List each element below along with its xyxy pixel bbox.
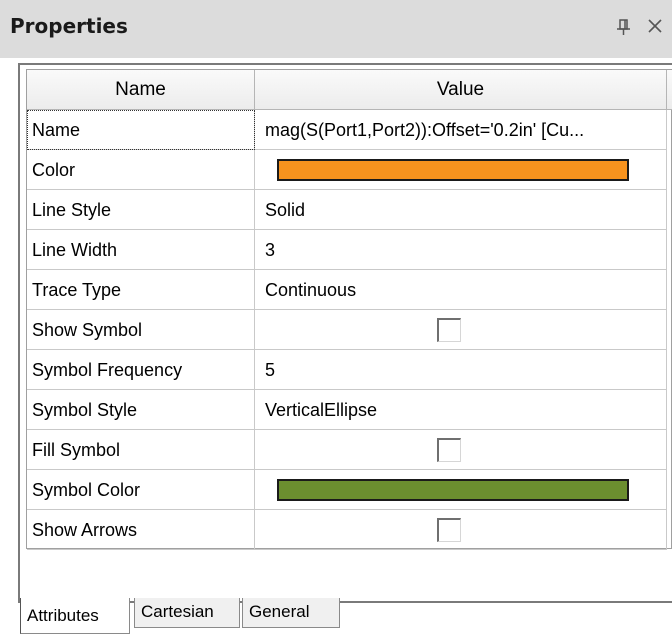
- checkbox[interactable]: [437, 318, 461, 342]
- property-name[interactable]: Line Width: [27, 230, 255, 270]
- property-name[interactable]: Name: [27, 110, 255, 150]
- property-row[interactable]: Line Width 3: [27, 230, 667, 270]
- property-value[interactable]: [255, 310, 667, 350]
- property-value[interactable]: Continuous: [255, 270, 667, 310]
- color-swatch[interactable]: [277, 159, 629, 181]
- property-value[interactable]: VerticalEllipse: [255, 390, 667, 430]
- properties-grid: Name Value Name mag(S(Port1,Port2)):Offse…: [26, 69, 672, 550]
- property-row[interactable]: Show Symbol: [27, 310, 667, 350]
- property-row[interactable]: Trace Type Continuous: [27, 270, 667, 310]
- property-name[interactable]: Show Symbol: [27, 310, 255, 350]
- property-row[interactable]: Name mag(S(Port1,Port2)):Offset='0.2in' […: [27, 110, 667, 150]
- tab-attributes[interactable]: Attributes: [20, 598, 130, 634]
- property-name[interactable]: Symbol Color: [27, 470, 255, 510]
- property-name[interactable]: Fill Symbol: [27, 430, 255, 470]
- column-header-extra: [667, 70, 672, 110]
- property-row[interactable]: Symbol Frequency 5: [27, 350, 667, 390]
- color-swatch[interactable]: [277, 479, 629, 501]
- close-icon[interactable]: [644, 15, 666, 37]
- tab-bar: Attributes Cartesian General: [20, 598, 420, 634]
- tab-cartesian[interactable]: Cartesian: [134, 598, 240, 628]
- property-row[interactable]: Show Arrows: [27, 510, 667, 550]
- property-row[interactable]: Symbol Color: [27, 470, 667, 510]
- property-value[interactable]: [255, 430, 667, 470]
- panel-title: Properties: [10, 14, 128, 38]
- tab-general[interactable]: General: [242, 598, 340, 628]
- property-value[interactable]: Solid: [255, 190, 667, 230]
- property-name[interactable]: Color: [27, 150, 255, 190]
- property-row[interactable]: Color: [27, 150, 667, 190]
- property-name[interactable]: Line Style: [27, 190, 255, 230]
- property-row[interactable]: Symbol Style VerticalEllipse: [27, 390, 667, 430]
- property-row[interactable]: Line Style Solid: [27, 190, 667, 230]
- column-header-value[interactable]: Value: [255, 70, 667, 110]
- checkbox[interactable]: [437, 518, 461, 542]
- property-value[interactable]: 5: [255, 350, 667, 390]
- property-value[interactable]: [255, 150, 667, 190]
- pin-icon[interactable]: [614, 17, 634, 37]
- property-value[interactable]: mag(S(Port1,Port2)):Offset='0.2in' [Cu..…: [255, 110, 667, 150]
- property-value[interactable]: 3: [255, 230, 667, 270]
- property-row[interactable]: Fill Symbol: [27, 430, 667, 470]
- properties-titlebar: Properties: [0, 0, 672, 58]
- column-header-name[interactable]: Name: [27, 70, 255, 110]
- property-name[interactable]: Symbol Style: [27, 390, 255, 430]
- checkbox[interactable]: [437, 438, 461, 462]
- property-value[interactable]: [255, 510, 667, 550]
- property-name[interactable]: Trace Type: [27, 270, 255, 310]
- grid-header: Name Value: [27, 70, 672, 110]
- property-name[interactable]: Show Arrows: [27, 510, 255, 550]
- property-value[interactable]: [255, 470, 667, 510]
- property-name[interactable]: Symbol Frequency: [27, 350, 255, 390]
